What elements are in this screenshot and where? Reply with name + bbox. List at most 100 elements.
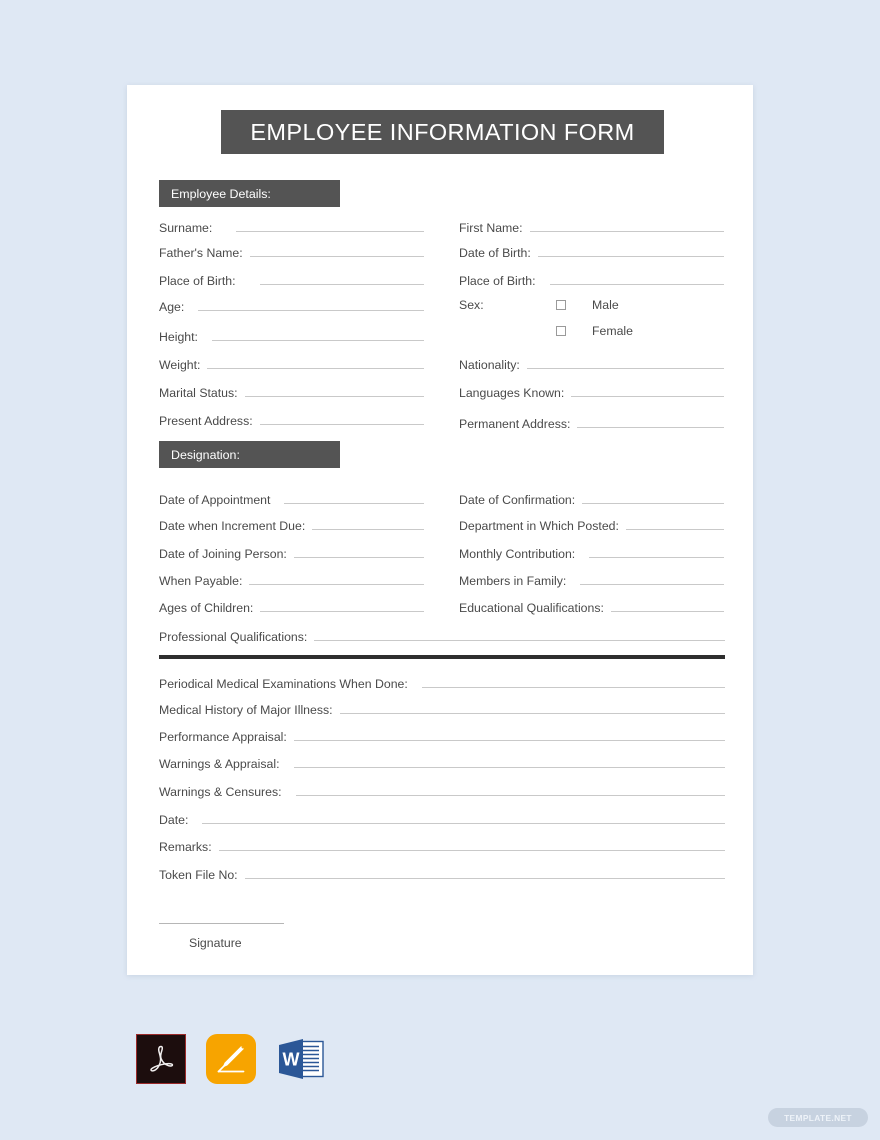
field-surname[interactable]: Surname: [159,218,424,236]
field-label: Place of Birth: [159,274,236,288]
checkbox-label: Male [592,298,619,312]
word-icon[interactable]: W [276,1034,326,1084]
pdf-icon[interactable] [136,1034,186,1084]
field-input-rule[interactable] [249,571,424,585]
field-warnings-censures[interactable]: Warnings & Censures: [159,782,725,800]
field-members-in-family[interactable]: Members in Family: [459,571,724,589]
field-input-rule[interactable] [339,700,725,714]
field-performance-appraisal[interactable]: Performance Appraisal: [159,727,725,745]
field-input-rule[interactable] [549,271,724,285]
field-input-rule[interactable] [259,271,424,285]
field-input-rule[interactable] [610,598,724,612]
field-periodical-medical-examinations[interactable]: Periodical Medical Examinations When Don… [159,674,725,692]
field-token-file-no[interactable]: Token File No: [159,865,725,883]
checkbox-icon-male[interactable] [556,300,566,310]
field-languages-known[interactable]: Languages Known: [459,383,724,401]
field-medical-history[interactable]: Medical History of Major Illness: [159,700,725,718]
field-input-rule[interactable] [207,355,424,369]
field-warnings-appraisal[interactable]: Warnings & Appraisal: [159,754,725,772]
field-first-name[interactable]: First Name: [459,218,724,236]
field-input-rule[interactable] [529,218,724,232]
field-professional-qualifications[interactable]: Professional Qualifications: [159,627,725,645]
field-label: Members in Family: [459,574,567,588]
field-date-when-increment-due[interactable]: Date when Increment Due: [159,516,424,534]
field-date-of-birth[interactable]: Date of Birth: [459,243,724,261]
field-label: Monthly Contribution: [459,547,576,561]
field-input-rule[interactable] [202,810,725,824]
field-nationality[interactable]: Nationality: [459,355,724,373]
signature-line[interactable] [159,923,284,924]
field-label: Ages of Children: [159,601,254,615]
field-present-address[interactable]: Present Address: [159,411,424,429]
watermark-label: TEMPLATE.NET [784,1112,852,1123]
field-height[interactable]: Height: [159,327,424,345]
field-label: Date of Appointment [159,493,271,507]
field-marital-status[interactable]: Marital Status: [159,383,424,401]
checkbox-icon-female[interactable] [556,326,566,336]
field-input-rule[interactable] [218,837,725,851]
page-title: EMPLOYEE INFORMATION FORM [250,118,635,145]
field-department-in-which-posted[interactable]: Department in Which Posted: [459,516,724,534]
field-input-rule[interactable] [577,414,724,428]
field-input-rule[interactable] [589,544,724,558]
field-input-rule[interactable] [244,865,725,879]
field-place-of-birth-right[interactable]: Place of Birth: [459,271,724,289]
field-input-rule[interactable] [211,327,424,341]
field-input-rule[interactable] [625,516,724,530]
document-page: EMPLOYEE INFORMATION FORM Employee Detai… [127,85,753,975]
field-label: Warnings & Censures: [159,785,282,799]
field-label: Date of Joining Person: [159,547,287,561]
field-date-of-appointment[interactable]: Date of Appointment [159,490,424,508]
field-input-rule[interactable] [314,627,725,641]
field-input-rule[interactable] [526,355,724,369]
field-label: Date of Confirmation: [459,493,576,507]
apple-pages-icon[interactable] [206,1034,256,1084]
field-label: First Name: [459,221,523,235]
field-label: Professional Qualifications: [159,630,308,644]
template-watermark: TEMPLATE.NET [768,1108,868,1127]
field-input-rule[interactable] [293,754,725,768]
field-ages-of-children[interactable]: Ages of Children: [159,598,424,616]
field-label: When Payable: [159,574,243,588]
field-remarks[interactable]: Remarks: [159,837,725,855]
field-label: Marital Status: [159,386,238,400]
checkbox-option-male[interactable]: Male [556,296,619,314]
field-input-rule[interactable] [295,782,725,796]
field-weight[interactable]: Weight: [159,355,424,373]
field-place-of-birth-left[interactable]: Place of Birth: [159,271,424,289]
field-input-rule[interactable] [571,383,724,397]
field-age[interactable]: Age: [159,297,424,315]
field-label: Medical History of Major Illness: [159,703,333,717]
field-input-rule[interactable] [198,297,424,311]
section-header-designation: Designation: [159,441,340,468]
word-icon-letter: W [283,1050,300,1070]
field-label: Department in Which Posted: [459,519,619,533]
field-monthly-contribution[interactable]: Monthly Contribution: [459,544,724,562]
signature-caption: Signature [189,936,242,950]
field-input-rule[interactable] [260,598,424,612]
field-input-rule[interactable] [293,727,725,741]
field-input-rule[interactable] [293,544,424,558]
field-when-payable[interactable]: When Payable: [159,571,424,589]
field-label: Surname: [159,221,213,235]
field-date-of-confirmation[interactable]: Date of Confirmation: [459,490,724,508]
field-input-rule[interactable] [284,490,424,504]
field-input-rule[interactable] [312,516,424,530]
field-date-of-joining-person[interactable]: Date of Joining Person: [159,544,424,562]
field-input-rule[interactable] [580,571,724,585]
checkbox-option-female[interactable]: Female [556,322,633,340]
field-date[interactable]: Date: [159,810,725,828]
field-permanent-address[interactable]: Permanent Address: [459,414,724,432]
format-icon-list: W [136,1034,326,1084]
field-input-rule[interactable] [244,383,424,397]
field-label: Weight: [159,358,201,372]
field-input-rule[interactable] [582,490,724,504]
field-educational-qualifications[interactable]: Educational Qualifications: [459,598,724,616]
field-label: Performance Appraisal: [159,730,287,744]
field-input-rule[interactable] [249,243,424,257]
field-input-rule[interactable] [236,218,424,232]
field-input-rule[interactable] [537,243,724,257]
field-fathers-name[interactable]: Father's Name: [159,243,424,261]
field-input-rule[interactable] [421,674,725,688]
field-input-rule[interactable] [259,411,424,425]
